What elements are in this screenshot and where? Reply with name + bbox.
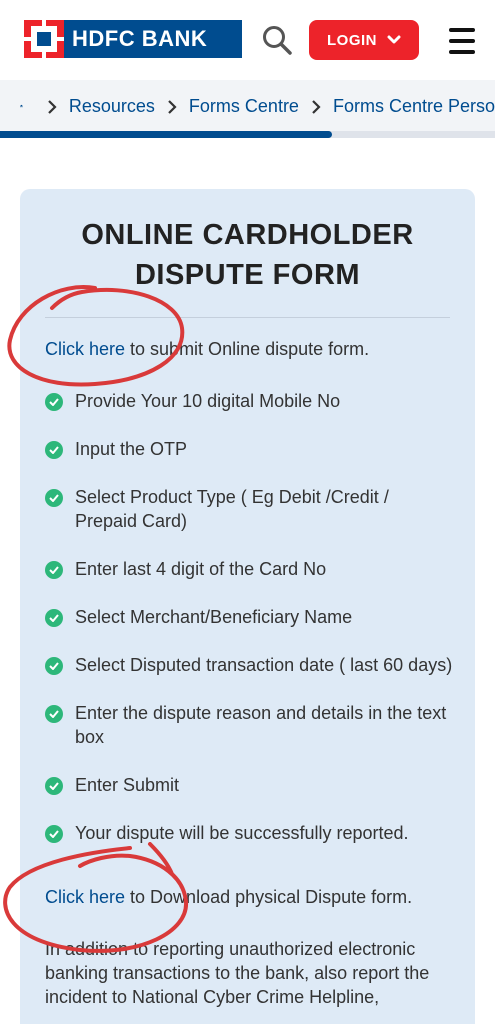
- step-text: Input the OTP: [75, 439, 188, 459]
- check-circle-icon: [45, 825, 63, 843]
- search-icon[interactable]: [261, 24, 293, 56]
- online-dispute-link[interactable]: Click here: [45, 339, 125, 359]
- online-dispute-text: to submit Online dispute form.: [125, 339, 370, 359]
- step-item: Select Merchant/Beneficiary Name: [45, 605, 455, 629]
- step-item: Provide Your 10 digital Mobile No: [45, 389, 455, 413]
- scroll-progress-fill: [0, 131, 332, 138]
- step-text: Enter Submit: [75, 775, 180, 795]
- breadcrumb-resources[interactable]: Resources: [69, 96, 155, 117]
- dispute-form-card: ONLINE CARDHOLDER DISPUTE FORM Click her…: [20, 189, 475, 1024]
- step-item: Input the OTP: [45, 437, 455, 461]
- divider: [45, 317, 450, 318]
- check-circle-icon: [45, 657, 63, 675]
- step-text: Your dispute will be successfully report…: [75, 823, 409, 843]
- card-title-line-1: ONLINE CARDHOLDER: [81, 219, 414, 251]
- step-item: Your dispute will be successfully report…: [45, 821, 455, 845]
- site-header: HDFC BANK LOGIN: [0, 0, 495, 80]
- breadcrumb: Resources Forms Centre Forms Centre Pers…: [0, 80, 495, 132]
- check-circle-icon: [45, 705, 63, 723]
- download-dispute-text: to Download physical Dispute form.: [125, 887, 413, 907]
- check-circle-icon: [45, 609, 63, 627]
- step-item: Select Disputed transaction date ( last …: [45, 653, 455, 677]
- step-item: Enter Submit: [45, 773, 455, 797]
- check-circle-icon: [45, 393, 63, 411]
- card-title: ONLINE CARDHOLDER DISPUTE FORM: [20, 215, 475, 295]
- step-text: Provide Your 10 digital Mobile No: [75, 391, 341, 411]
- steps-list: Provide Your 10 digital Mobile No Input t…: [45, 389, 455, 869]
- step-text: Select Merchant/Beneficiary Name: [75, 607, 353, 627]
- step-text: Enter the dispute reason and details in …: [75, 703, 447, 747]
- step-item: Enter last 4 digit of the Card No: [45, 557, 455, 581]
- login-button[interactable]: LOGIN: [309, 20, 419, 60]
- step-text: Enter last 4 digit of the Card No: [75, 559, 327, 579]
- cyber-crime-paragraph: In addition to reporting unauthorized el…: [45, 939, 430, 1007]
- step-text: Select Product Type ( Eg Debit /Credit /…: [75, 487, 389, 531]
- chevron-right-icon: [311, 96, 321, 117]
- step-item: Enter the dispute reason and details in …: [45, 701, 455, 749]
- check-circle-icon: [45, 777, 63, 795]
- menu-icon[interactable]: [449, 28, 475, 54]
- scroll-progress-track: [0, 131, 495, 138]
- online-form-line: Click here to submit Online dispute form…: [45, 339, 455, 360]
- logo-mark-icon: [24, 20, 64, 58]
- logo-text: HDFC BANK: [72, 26, 208, 51]
- breadcrumb-forms-centre[interactable]: Forms Centre: [189, 96, 299, 117]
- check-circle-icon: [45, 441, 63, 459]
- chevron-down-icon: [387, 35, 401, 44]
- step-item: Select Product Type ( Eg Debit /Credit /…: [45, 485, 455, 533]
- download-form-line: Click here to Download physical Dispute …: [45, 887, 455, 908]
- hdfc-logo[interactable]: HDFC BANK: [24, 20, 242, 58]
- download-dispute-link[interactable]: Click here: [45, 887, 125, 907]
- card-title-line-2: DISPUTE FORM: [134, 259, 361, 291]
- step-text: Select Disputed transaction date ( last …: [75, 655, 453, 675]
- breadcrumb-forms-centre-personal[interactable]: Forms Centre Perso: [333, 96, 495, 117]
- check-circle-icon: [45, 561, 63, 579]
- check-circle-icon: [45, 489, 63, 507]
- chevron-right-icon: [167, 96, 177, 117]
- chevron-right-icon: [47, 96, 57, 117]
- home-icon[interactable]: [20, 97, 23, 115]
- login-label: LOGIN: [327, 31, 377, 49]
